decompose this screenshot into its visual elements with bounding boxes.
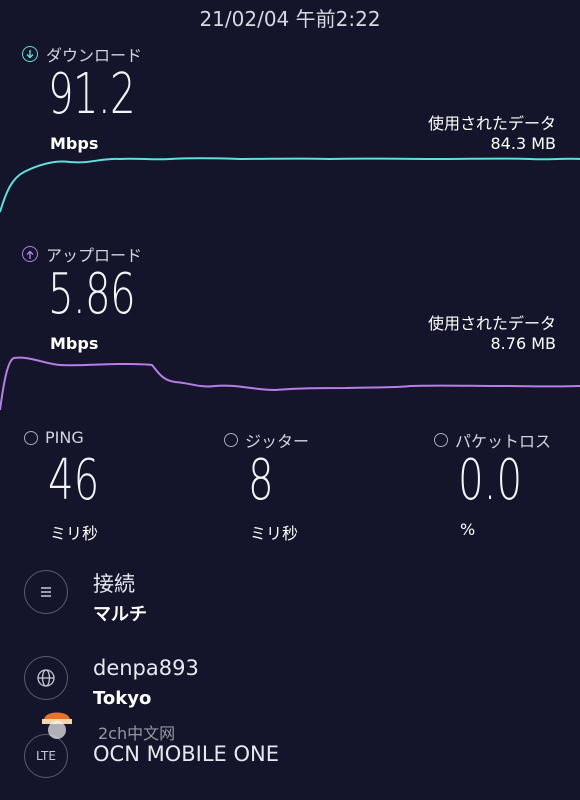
lte-icon-text: LTE	[36, 749, 56, 763]
download-graph	[0, 157, 580, 213]
timestamp: 21/02/04 午前2:22	[199, 7, 381, 31]
connection-title: 接続	[93, 572, 135, 596]
upload-graph-line	[0, 356, 580, 411]
watermark-text: 2ch中文网	[98, 724, 176, 743]
server-location[interactable]: Tokyo	[93, 688, 151, 709]
jitter-icon	[224, 433, 238, 447]
ping-label: PING	[45, 428, 84, 447]
jitter-unit: ミリ秒	[250, 524, 299, 543]
packet-loss-value: 0.0	[458, 448, 523, 513]
ping-value: 46	[48, 448, 100, 513]
connection-icon	[24, 570, 68, 614]
globe-icon	[24, 656, 68, 700]
lte-icon: LTE	[24, 734, 68, 778]
ping-unit: ミリ秒	[50, 524, 99, 543]
upload-arrow-icon	[22, 246, 38, 262]
ping-icon	[24, 430, 38, 445]
packet-loss-icon	[434, 433, 448, 447]
jitter-value: 8	[248, 448, 274, 513]
download-arrow-icon	[22, 46, 38, 62]
connection-mode[interactable]: マルチ	[93, 600, 147, 626]
provider-name: OCN MOBILE ONE	[93, 742, 279, 766]
download-speed-value: 91.2	[48, 62, 136, 127]
watermark-mascot-icon	[36, 706, 78, 740]
upload-speed-value: 5.86	[48, 262, 136, 327]
packet-loss-unit: %	[460, 520, 476, 539]
upload-graph	[0, 356, 580, 411]
server-name: denpa893	[93, 656, 199, 680]
metric-ping: PING	[24, 428, 84, 447]
download-graph-line	[0, 157, 580, 213]
download-data-label: 使用されたデータ	[427, 114, 556, 133]
upload-data-label: 使用されたデータ	[427, 314, 556, 333]
